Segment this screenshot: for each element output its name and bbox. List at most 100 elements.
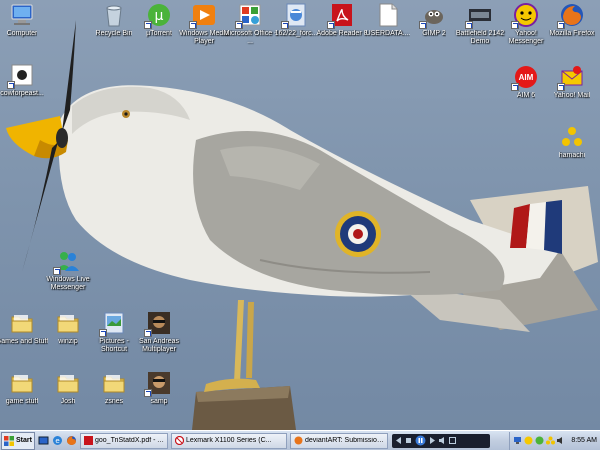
- folder-icon: [8, 310, 36, 336]
- taskbar: Start e goo_TriStatdX.pdf - Ado... Lexma…: [0, 430, 600, 450]
- next-icon[interactable]: [429, 437, 436, 444]
- desktop-icon-label: Josh: [60, 398, 76, 405]
- restore-player-icon[interactable]: [449, 437, 456, 444]
- folder-icon: [54, 370, 82, 396]
- yahoo-messenger-tray-icon[interactable]: [524, 436, 533, 445]
- shortcut-arrow-icon: [144, 389, 152, 397]
- shortcut-arrow-icon: [235, 21, 243, 29]
- desktop-icon-yahoo-mail[interactable]: Yahoo! Mail: [544, 64, 600, 114]
- shortcut-arrow-icon: [7, 81, 15, 89]
- shortcut-arrow-icon: [327, 21, 335, 29]
- start-button[interactable]: Start: [1, 431, 35, 450]
- utorrent-tray-icon[interactable]: [535, 436, 544, 445]
- desktop-icon-san-andreas-multiplayer[interactable]: San Andreas Multiplayer: [131, 310, 187, 360]
- microsoft-office-icon: [235, 2, 264, 29]
- shortcut-arrow-icon: [189, 21, 197, 29]
- shortcut-arrow-icon: [557, 21, 565, 29]
- shortcut-arrow-icon: [557, 83, 565, 91]
- clock[interactable]: 8:55 AM: [571, 437, 597, 444]
- desktop-icon-label: GIMP 2: [422, 30, 446, 37]
- firefox-icon: [294, 436, 303, 445]
- task-label: goo_TriStatdX.pdf - Ado...: [95, 437, 164, 444]
- desktop-icon-label: hamachi: [558, 152, 586, 159]
- desktop-icon-label: San Andreas Multiplayer: [138, 338, 180, 353]
- pictures-icon: [99, 310, 128, 337]
- folder-icon: [8, 370, 36, 396]
- shortcut-arrow-icon: [144, 329, 152, 337]
- desktop-icon-label: game stuff: [5, 398, 39, 405]
- taskbar-task-lexmark[interactable]: Lexmark X1100 Series (C...: [171, 432, 287, 449]
- desktop-icon-label: samp: [150, 398, 168, 405]
- adobe-reader-icon: [84, 436, 93, 445]
- adobe-reader-icon: [327, 2, 356, 29]
- desktop-icon-windows-live-messenger[interactable]: Windows Live Messenger: [40, 248, 96, 298]
- shortcut-arrow-icon: [465, 21, 473, 29]
- shortcut-arrow-icon: [53, 267, 61, 275]
- desktop-icon-label: cowforpeast...: [0, 90, 44, 97]
- svg-text:AIM: AIM: [519, 73, 534, 82]
- recycle-bin-icon: [100, 2, 128, 28]
- svg-text:e: e: [55, 437, 59, 445]
- hamachi-icon: [558, 124, 586, 150]
- desktop-icon-label: Windows Live Messenger: [46, 276, 90, 291]
- shortcut-arrow-icon: [511, 21, 519, 29]
- desktop-icon-label: zsnes: [104, 398, 124, 405]
- shortcut-arrow-icon: [419, 21, 427, 29]
- firefox-icon: [557, 2, 586, 29]
- gimp-icon: [419, 2, 448, 29]
- desktop-icon-label: Yahoo! Mail: [553, 92, 591, 99]
- aim-icon: AIM: [511, 64, 540, 91]
- desktop-icon-label: AIM 6: [516, 92, 536, 99]
- taskbar-task-adobe-reader[interactable]: goo_TriStatdX.pdf - Ado...: [80, 432, 168, 449]
- play-icon[interactable]: [415, 435, 426, 446]
- file-icon: [281, 2, 310, 29]
- yahoo-mail-icon: [557, 64, 586, 91]
- desktop-icon-label: 162/22_forc...: [274, 30, 318, 37]
- desktop-icon-mozilla-firefox[interactable]: Mozilla Firefox: [544, 2, 600, 52]
- folder-icon: [100, 370, 128, 396]
- desktop-icon-label: Mozilla Firefox: [549, 30, 595, 37]
- quicklaunch-firefox-icon[interactable]: [65, 435, 77, 447]
- svg-text:µ: µ: [155, 8, 164, 24]
- shortcut-arrow-icon: [99, 329, 107, 337]
- taskbar-task-deviantart[interactable]: deviantART: Submission ...: [290, 432, 388, 449]
- san-andreas-icon: [144, 310, 173, 337]
- task-label: Lexmark X1100 Series (C...: [186, 437, 272, 444]
- task-label: deviantART: Submission ...: [305, 437, 384, 444]
- desktop-icon-label: Computer: [6, 30, 38, 37]
- previous-icon[interactable]: [395, 437, 402, 444]
- lexmark-icon: [175, 436, 184, 445]
- windows-logo-icon: [4, 435, 14, 446]
- system-tray: 8:55 AM: [509, 431, 600, 450]
- desktop-icon-label: µTorrent: [146, 30, 172, 37]
- desktop-icon-label: USERDATA....: [365, 30, 411, 37]
- desktop-icon-label: Recycle Bin: [95, 30, 133, 37]
- computer-icon: [8, 2, 36, 28]
- start-label: Start: [16, 437, 32, 444]
- quicklaunch-internet-explorer-icon[interactable]: e: [51, 435, 63, 447]
- desktop: Computer Recycle Bin µ µTorrent Windows …: [0, 0, 600, 430]
- media-player-toolbar: [392, 433, 490, 448]
- yahoo-messenger-icon: [511, 2, 540, 29]
- samp-icon: [144, 370, 173, 397]
- volume-icon[interactable]: [439, 437, 446, 444]
- desktop-icon-samp[interactable]: samp: [131, 370, 187, 420]
- windows-media-player-icon: [189, 2, 218, 29]
- utorrent-icon: µ: [144, 2, 173, 29]
- document-icon: [374, 2, 402, 28]
- volume-tray-icon[interactable]: [557, 436, 566, 445]
- network-tray-icon[interactable]: [513, 436, 522, 445]
- shortcut-arrow-icon: [144, 21, 152, 29]
- stop-icon[interactable]: [405, 437, 412, 444]
- folder-icon: [54, 310, 82, 336]
- desktop-icon-cowforpeast[interactable]: cowforpeast...: [0, 62, 50, 112]
- image-file-icon: [7, 62, 36, 89]
- desktop-icon-hamachi[interactable]: hamachi: [544, 124, 600, 174]
- desktop-icon-label: winzip: [58, 338, 78, 345]
- shortcut-arrow-icon: [281, 21, 289, 29]
- battlefield-icon: [465, 2, 494, 29]
- hamachi-tray-icon[interactable]: [546, 436, 556, 445]
- desktop-icon-computer[interactable]: Computer: [0, 2, 50, 52]
- quicklaunch-show-desktop-icon[interactable]: [37, 435, 49, 447]
- windows-live-messenger-icon: [53, 248, 82, 275]
